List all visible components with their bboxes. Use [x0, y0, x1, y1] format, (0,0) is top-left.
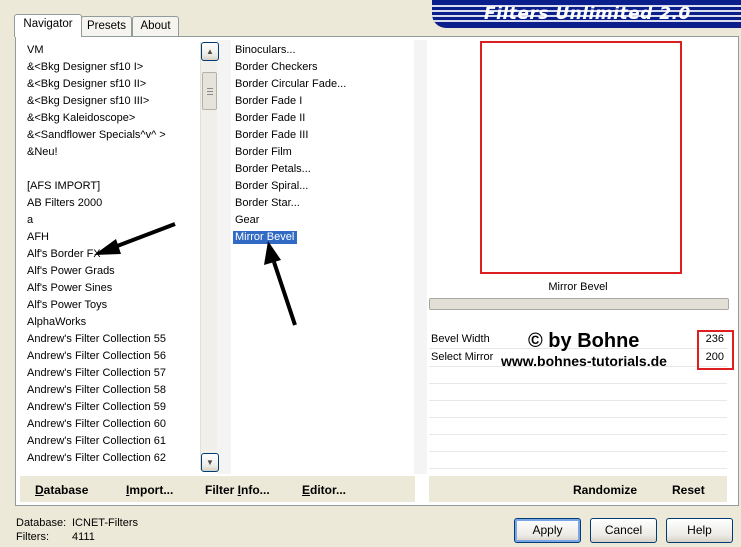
category-item[interactable]: Andrew's Filter Collection 58	[24, 382, 200, 399]
tab-presets[interactable]: Presets	[81, 16, 132, 36]
filter-item[interactable]: Border Fade I	[232, 93, 412, 110]
category-item[interactable]: &<Bkg Kaleidoscope>	[24, 110, 200, 127]
filter-item[interactable]: Gear	[232, 212, 412, 229]
scroll-down-icon[interactable]: ▼	[201, 453, 219, 472]
category-item[interactable]: Andrew's Filter Collection 56	[24, 348, 200, 365]
list-divider	[414, 40, 427, 474]
category-item[interactable]: &<Sandflower Specials^v^ >	[24, 127, 200, 144]
filter-item-label: Border Fade I	[235, 95, 303, 107]
filter-item-label: Border Film	[235, 146, 292, 158]
category-item[interactable]	[24, 161, 200, 178]
apply-button[interactable]: Apply	[514, 518, 581, 543]
filter-item[interactable]: Border Fade III	[232, 127, 412, 144]
tab-navigator[interactable]: Navigator	[14, 14, 82, 37]
category-item[interactable]: Andrew's Filter Collection 55	[24, 331, 200, 348]
list-divider	[217, 40, 231, 474]
category-item[interactable]: Andrew's Filters 10	[24, 467, 200, 470]
filter-item-label: Border Spiral...	[235, 180, 309, 192]
filter-item-label: Border Checkers	[235, 61, 318, 73]
filter-item-label: Mirror Bevel	[233, 231, 298, 244]
filters-unlimited-banner: Filters Unlimited 2.0	[432, 0, 741, 28]
category-scrollbar[interactable]: ▲ ▼	[200, 42, 219, 472]
filter-item[interactable]: Border Checkers	[232, 59, 412, 76]
status-filters: Filters: 4111	[16, 531, 95, 543]
scroll-thumb[interactable]	[202, 72, 217, 110]
param-row-empty	[429, 384, 727, 401]
category-list[interactable]: VM &<Bkg Designer sf10 I> &<Bkg Designer s…	[24, 42, 200, 470]
filter-item-label: Border Circular Fade...	[235, 78, 347, 90]
param-row-empty	[429, 401, 727, 418]
cancel-button[interactable]: Cancel	[590, 518, 657, 543]
category-item[interactable]: Alf's Power Sines	[24, 280, 200, 297]
filter-item-label: Gear	[235, 214, 260, 226]
randomize-button[interactable]: Randomize	[573, 483, 637, 497]
values-highlight-box	[697, 330, 734, 370]
category-item[interactable]: AlphaWorks	[24, 314, 200, 331]
filter-info-button[interactable]: Filter Info...	[205, 483, 270, 497]
category-item[interactable]: Andrew's Filter Collection 57	[24, 365, 200, 382]
filter-item-label: Binoculars...	[235, 44, 296, 56]
filter-item[interactable]: Border Star...	[232, 195, 412, 212]
category-item[interactable]: &Neu!	[24, 144, 200, 161]
category-item[interactable]: AB Filters 2000	[24, 195, 200, 212]
category-item[interactable]: Andrew's Filter Collection 60	[24, 416, 200, 433]
category-item[interactable]: Alf's Power Toys	[24, 297, 200, 314]
param-slider[interactable]	[429, 298, 729, 310]
preview-area	[480, 41, 682, 274]
category-item[interactable]: &<Bkg Designer sf10 I>	[24, 59, 200, 76]
category-item[interactable]: Andrew's Filter Collection 59	[24, 399, 200, 416]
filter-list[interactable]: Binoculars... Border Checkers Border Circu…	[232, 42, 412, 470]
filter-item[interactable]: Border Petals...	[232, 161, 412, 178]
category-item[interactable]: &<Bkg Designer sf10 II>	[24, 76, 200, 93]
category-item[interactable]: Andrew's Filter Collection 62	[24, 450, 200, 467]
category-item[interactable]: Alf's Power Grads	[24, 263, 200, 280]
param-row-empty	[429, 367, 727, 384]
watermark-url: www.bohnes-tutorials.de	[501, 353, 667, 369]
param-row-empty	[429, 435, 727, 452]
category-item[interactable]: Alf's Border FX	[24, 246, 200, 263]
filter-item-label: Border Star...	[235, 197, 300, 209]
filter-item[interactable]: Border Film	[232, 144, 412, 161]
param-label: Select Mirror	[431, 351, 494, 363]
selected-filter-name: Mirror Bevel	[429, 277, 727, 297]
help-button[interactable]: Help	[666, 518, 733, 543]
param-row-empty	[429, 452, 727, 469]
category-item[interactable]: VM	[24, 42, 200, 59]
navigator-toolbar: Database Import... Filter Info... Editor…	[20, 476, 415, 502]
param-label: Bevel Width	[431, 333, 490, 345]
import-button[interactable]: Import...	[126, 483, 173, 497]
category-item[interactable]: [AFS IMPORT]	[24, 178, 200, 195]
param-toolbar: Randomize Reset	[429, 476, 727, 502]
watermark-copyright: © by Bohne	[528, 330, 640, 352]
category-item[interactable]: Andrew's Filter Collection 61	[24, 433, 200, 450]
tab-about[interactable]: About	[132, 16, 179, 36]
filter-item[interactable]: Binoculars...	[232, 42, 412, 59]
database-button[interactable]: Database	[35, 483, 88, 497]
category-item[interactable]: &<Bkg Designer sf10 III>	[24, 93, 200, 110]
filter-item[interactable]: Border Spiral...	[232, 178, 412, 195]
filter-item-label: Border Fade III	[235, 129, 309, 141]
param-row-empty	[429, 418, 727, 435]
filter-item-label: Border Fade II	[235, 112, 306, 124]
scroll-up-icon[interactable]: ▲	[201, 42, 219, 61]
status-database: Database: ICNET-Filters	[16, 517, 138, 529]
filter-item[interactable]: Border Circular Fade...	[232, 76, 412, 93]
category-item[interactable]: AFH	[24, 229, 200, 246]
category-item[interactable]: a	[24, 212, 200, 229]
filter-item[interactable]: Border Fade II	[232, 110, 412, 127]
banner-title: Filters Unlimited 2.0	[484, 4, 691, 24]
reset-button[interactable]: Reset	[672, 483, 705, 497]
filter-item-label: Border Petals...	[235, 163, 311, 175]
editor-button[interactable]: Editor...	[302, 483, 346, 497]
filter-item[interactable]: Mirror Bevel	[232, 229, 412, 246]
